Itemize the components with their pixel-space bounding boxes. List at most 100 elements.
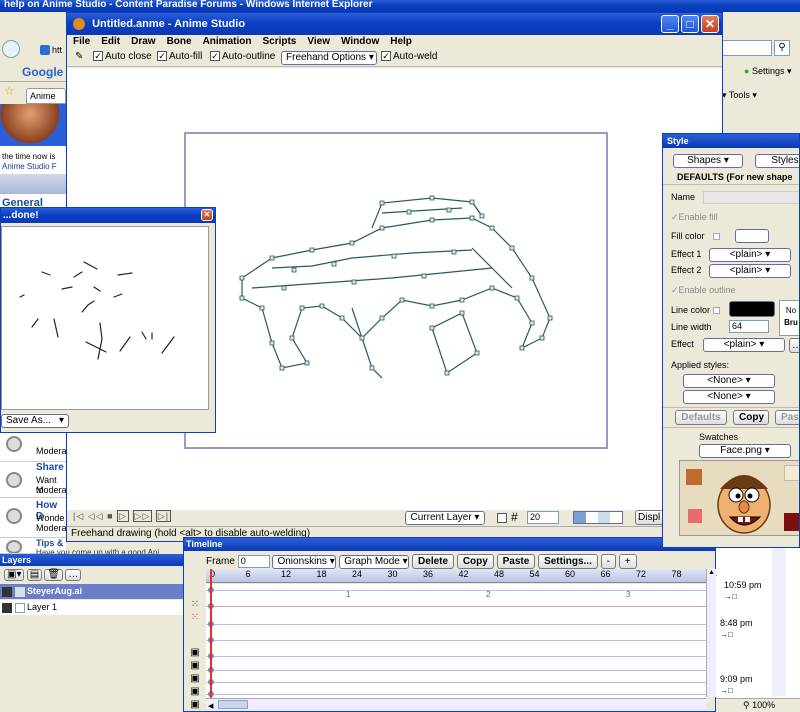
layer-channel-icon[interactable]: ▣	[186, 646, 204, 659]
forum-row-title[interactable]: Share	[36, 462, 64, 473]
timeline-tracks[interactable]: 123	[206, 569, 706, 698]
auto-weld-checkbox[interactable]: ✓ Auto-weld	[381, 49, 437, 65]
swatch-pink[interactable]	[688, 509, 702, 523]
close-button[interactable]: ✕	[701, 15, 719, 33]
end-icon[interactable]: ▷|	[155, 510, 172, 522]
flip-channel-icon[interactable]: ▣	[186, 698, 204, 711]
scale-channel-icon[interactable]: ▣	[186, 672, 204, 685]
menu-bone[interactable]: Bone	[167, 36, 192, 47]
address-prefix[interactable]: htt	[52, 45, 62, 55]
display-button[interactable]: Displ	[635, 510, 665, 525]
effect2-dropdown[interactable]: <plain> ▾	[709, 264, 791, 278]
paste-style-button[interactable]: Past	[775, 410, 799, 425]
layer-visibility-icon[interactable]	[2, 602, 12, 613]
brush-preview[interactable]: No Bru	[779, 300, 799, 336]
rifle-drawing[interactable]	[232, 188, 572, 388]
forum-row[interactable]: Modera	[0, 432, 66, 462]
scroll-up-icon[interactable]: ▲	[707, 569, 716, 576]
current-layer-dropdown[interactable]: Current Layer ▾	[405, 511, 485, 525]
timeline-hscroll[interactable]: ◀	[206, 698, 706, 710]
timeline-track[interactable]	[206, 656, 706, 657]
zoom-icon[interactable]: ⚲	[743, 700, 750, 710]
forum-row[interactable]: Share Want to Modera	[0, 462, 66, 498]
hscroll-thumb[interactable]	[218, 700, 248, 709]
anime-forum-link[interactable]: Anime Studio F	[2, 162, 57, 171]
play-icon[interactable]: ▷	[117, 510, 130, 522]
timeline-track[interactable]	[206, 606, 706, 607]
delete-button[interactable]: Delete	[412, 554, 455, 569]
maximize-button[interactable]: □	[681, 15, 699, 33]
layer-row-selected[interactable]: SteyerAug.ai	[0, 584, 184, 599]
star-icon[interactable]: ☆	[4, 84, 15, 98]
copy-style-button[interactable]: Copy	[733, 410, 769, 425]
grid-checkbox[interactable]	[497, 513, 507, 523]
defaults-button[interactable]: Defaults	[675, 410, 727, 425]
timeline-track[interactable]	[206, 670, 706, 671]
point-channel-icon[interactable]: ⁙	[186, 598, 204, 611]
swatch-palette[interactable]	[679, 460, 799, 536]
rotate-channel-icon[interactable]: ▣	[186, 685, 204, 698]
timeline-track[interactable]	[206, 694, 706, 695]
timeline-track[interactable]	[206, 640, 706, 641]
layer-settings-button[interactable]: …	[65, 569, 82, 581]
post-arrow-icon[interactable]: →□	[720, 630, 733, 639]
search-icon[interactable]: ⚲	[774, 40, 790, 56]
line-color-toggle[interactable]	[713, 307, 720, 314]
post-arrow-icon[interactable]: →□	[724, 592, 737, 601]
sketch-area[interactable]	[1, 226, 209, 410]
step-forward-icon[interactable]: ▷▷	[132, 510, 153, 522]
layer-row[interactable]: Layer 1	[0, 600, 184, 615]
swatch-brown[interactable]	[686, 469, 702, 485]
auto-fill-checkbox[interactable]: ✓ Auto-fill	[157, 49, 202, 65]
search-field[interactable]	[722, 40, 772, 56]
paste-button[interactable]: Paste	[496, 554, 536, 569]
rewind-icon[interactable]: |◁	[73, 511, 84, 521]
post-arrow-icon[interactable]: →□	[720, 686, 733, 695]
tools-menu[interactable]: ▾ Tools ▾	[722, 90, 757, 101]
freehand-options-dropdown[interactable]: Freehand Options ▾	[281, 51, 377, 65]
applied-style-1-dropdown[interactable]: <None> ▾	[683, 374, 775, 388]
forum-row[interactable]: How D Wonde Modera	[0, 498, 66, 538]
line-color-swatch[interactable]	[729, 301, 775, 317]
done-close-button[interactable]: ✕	[201, 209, 213, 221]
color-channel-icon[interactable]: ⁙	[186, 611, 204, 624]
menu-animation[interactable]: Animation	[203, 36, 252, 47]
ie-tab[interactable]: Anime	[26, 88, 66, 104]
fill-color-toggle[interactable]	[713, 233, 720, 240]
onionskins-dropdown[interactable]: Onionskins ▾	[272, 555, 337, 569]
menu-draw[interactable]: Draw	[131, 36, 155, 47]
graph-mode-dropdown[interactable]: Graph Mode ▾	[339, 555, 410, 569]
fill-color-swatch[interactable]	[735, 229, 769, 243]
settings-button[interactable]: Settings...	[538, 554, 598, 569]
forum-row-title[interactable]: Tips & Techniques	[36, 538, 66, 548]
layer-visibility-icon[interactable]	[2, 586, 12, 597]
playhead[interactable]	[210, 569, 212, 698]
delete-layer-button[interactable]: 🗑	[44, 569, 64, 581]
ie-scrollbar[interactable]	[772, 548, 786, 696]
enable-fill-checkbox[interactable]: ✓Enable fill	[671, 212, 718, 223]
frame-input[interactable]: 0	[237, 554, 270, 568]
menu-window[interactable]: Window	[341, 36, 379, 47]
enable-outline-checkbox[interactable]: ✓Enable outline	[671, 285, 736, 296]
zoom-level[interactable]: 100%	[752, 700, 775, 710]
back-icon[interactable]	[2, 40, 20, 58]
styles-dropdown[interactable]: Styles	[755, 154, 799, 168]
line-width-input[interactable]: 64	[729, 320, 769, 333]
duplicate-layer-button[interactable]: ▤	[26, 569, 43, 581]
shapes-dropdown[interactable]: Shapes ▾	[673, 154, 743, 168]
swatch-dark-red[interactable]	[784, 513, 799, 531]
view-mode-icons[interactable]	[573, 511, 623, 524]
stop-icon[interactable]: ■	[107, 511, 113, 521]
effect1-dropdown[interactable]: <plain> ▾	[709, 248, 791, 262]
zoom-in-button[interactable]: +	[618, 554, 637, 569]
name-field[interactable]	[703, 191, 799, 204]
timeline-track[interactable]	[206, 682, 706, 683]
scroll-left-icon[interactable]: ◀	[208, 703, 213, 710]
effect-dropdown[interactable]: <plain> ▾	[703, 338, 785, 352]
menu-help[interactable]: Help	[390, 36, 412, 47]
swatch-file-dropdown[interactable]: Face.png ▾	[699, 444, 791, 458]
swatch-beige[interactable]	[784, 465, 799, 481]
grid-size-input[interactable]: 20	[527, 511, 559, 524]
step-back-icon[interactable]: ◁◁	[88, 511, 104, 521]
menu-edit[interactable]: Edit	[101, 36, 120, 47]
